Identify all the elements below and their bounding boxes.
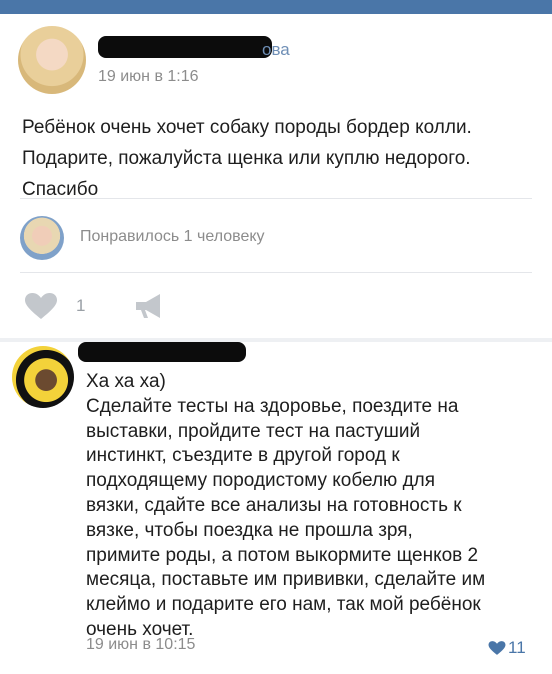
divider <box>20 198 532 199</box>
comment-line: инстинкт, съездите в другой город к <box>86 445 400 467</box>
author-name[interactable]: ова <box>262 40 290 60</box>
post-date[interactable]: 19 июн в 1:16 <box>98 68 199 86</box>
comment-line: Ха ха ха) <box>86 371 166 392</box>
top-bar <box>0 0 552 14</box>
comment-line: выставки, пройдите тест на пастуший <box>86 420 421 442</box>
comment: Ха ха ха) Сделайте тесты на здоровье, по… <box>0 342 552 674</box>
post: ова 19 июн в 1:16 Ребёнок очень хочет со… <box>0 14 552 338</box>
liker-avatar[interactable] <box>20 216 64 260</box>
commenter-avatar[interactable] <box>12 346 74 408</box>
comment-line: вязки, сдайте все анализы на готовность … <box>86 494 462 516</box>
comment-line: вязке, чтобы поездка не прошла зря, <box>86 519 413 541</box>
heart-icon[interactable] <box>24 292 58 320</box>
liked-by-text[interactable]: Понравилось 1 человеку <box>80 228 265 246</box>
like-count: 1 <box>76 296 86 315</box>
comment-line: примите роды, а потом выкормите щенков 2 <box>86 544 479 566</box>
comment-line: месяца, поставьте им прививки, сделайте … <box>86 569 486 591</box>
divider <box>20 272 532 273</box>
author-avatar[interactable] <box>18 26 86 94</box>
liked-heart-icon[interactable] <box>488 640 506 656</box>
commenter-name-redaction <box>78 342 246 362</box>
comment-text: Ха ха ха) Сделайте тесты на здоровье, по… <box>86 370 542 643</box>
comment-date[interactable]: 19 июн в 10:15 <box>86 636 195 654</box>
author-name-redaction <box>98 36 272 58</box>
comment-line: подходящему породистому кобелю для <box>86 470 436 492</box>
comment-line: клеймо и подарите его нам, так мой ребён… <box>86 594 481 616</box>
megaphone-icon[interactable] <box>134 292 164 320</box>
comment-like-count: 11 <box>508 638 526 657</box>
comment-line: Сделайте тесты на здоровье, поездите на <box>86 395 459 417</box>
post-text: Ребёнок очень хочет собаку породы бордер… <box>22 117 472 200</box>
